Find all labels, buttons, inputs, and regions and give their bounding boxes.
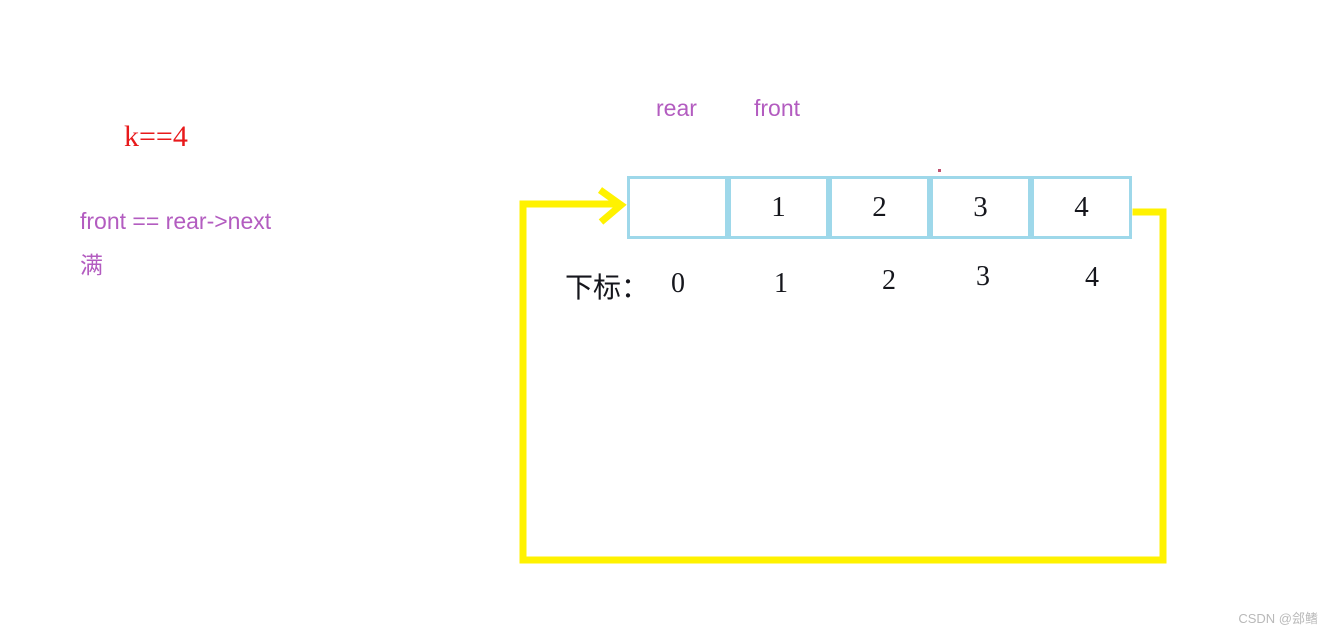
queue-cell: 2	[829, 176, 930, 239]
csdn-watermark: CSDN @郐鳍	[1238, 611, 1318, 626]
index-label: 1	[774, 268, 788, 299]
diagram-canvas: k==4 front == rear->next 满 rear front 1 …	[0, 0, 1326, 633]
k-value-annotation: k==4	[124, 120, 188, 153]
rear-pointer-label: rear	[656, 95, 697, 121]
index-label: 0	[671, 268, 685, 299]
queue-cell: 4	[1031, 176, 1132, 239]
queue-state-annotation: 满	[80, 252, 103, 278]
stray-mark	[938, 169, 941, 172]
queue-cell-value: 4	[1074, 191, 1089, 223]
queue-cell: 1	[728, 176, 829, 239]
queue-cell	[627, 176, 728, 239]
queue-cell-value: 1	[771, 191, 786, 223]
index-label: 2	[882, 265, 896, 296]
front-pointer-label: front	[754, 95, 801, 121]
wrap-arrow-path	[519, 200, 1167, 564]
index-row-caption: 下标：	[565, 273, 650, 304]
queue-cell-value: 3	[973, 191, 988, 223]
queue-cell: 3	[930, 176, 1031, 239]
index-label: 3	[976, 261, 990, 292]
full-condition-annotation: front == rear->next	[80, 208, 272, 234]
queue-cell-value: 2	[872, 191, 887, 223]
wrap-arrow-head	[597, 187, 627, 225]
index-label: 4	[1085, 262, 1099, 293]
